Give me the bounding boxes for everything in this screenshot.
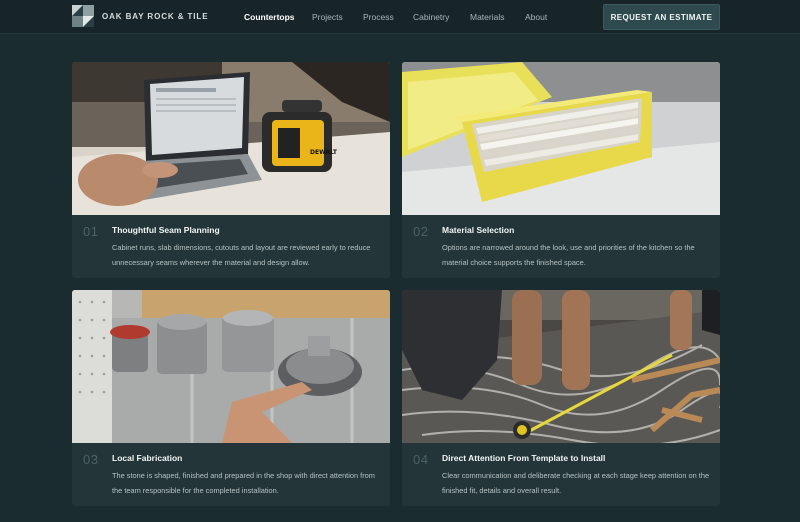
- step-number: 01: [83, 224, 99, 239]
- card-title: Material Selection: [442, 225, 515, 235]
- sample-box-photo: [402, 62, 720, 215]
- nav-materials[interactable]: Materials: [470, 12, 504, 22]
- brand-logo[interactable]: OAK BAY ROCK & TILE: [72, 5, 208, 27]
- router-bits-photo: [72, 290, 390, 443]
- card-title: Direct Attention From Template to Instal…: [442, 453, 606, 463]
- request-estimate-button[interactable]: REQUEST AN ESTIMATE: [603, 4, 720, 30]
- process-card-template-to-install: 04 Direct Attention From Template to Ins…: [402, 290, 720, 506]
- card-description: The stone is shaped, finished and prepar…: [112, 471, 375, 495]
- site-header: OAK BAY ROCK & TILE Countertops Projects…: [0, 0, 800, 34]
- logo-mark-icon: [72, 5, 94, 27]
- nav-countertops[interactable]: Countertops: [244, 12, 295, 22]
- brand-name: OAK BAY ROCK & TILE: [102, 11, 209, 21]
- step-number: 04: [413, 452, 429, 467]
- process-card-material-selection: 02 Material Selection Options are narrow…: [402, 62, 720, 278]
- laptop-and-tool-photo: DEWALT: [72, 62, 390, 215]
- card-description: Clear communication and deliberate check…: [442, 471, 710, 495]
- nav-about[interactable]: About: [525, 12, 547, 22]
- card-title: Thoughtful Seam Planning: [112, 225, 220, 235]
- tool-brand-label: DEWALT: [310, 149, 338, 156]
- nav-process[interactable]: Process: [363, 12, 394, 22]
- card-title: Local Fabrication: [112, 453, 183, 463]
- card-description: Cabinet runs, slab dimensions, cutouts a…: [112, 243, 371, 267]
- step-number: 03: [83, 452, 99, 467]
- process-card-local-fabrication: 03 Local Fabrication The stone is shaped…: [72, 290, 390, 506]
- process-card-seam-planning: DEWALT 01 Thoughtful Seam Planning Cabin…: [72, 62, 390, 278]
- measuring-slab-photo: [402, 290, 720, 443]
- nav-cabinetry[interactable]: Cabinetry: [413, 12, 449, 22]
- nav-projects[interactable]: Projects: [312, 12, 343, 22]
- card-description: Options are narrowed around the look, us…: [442, 243, 695, 267]
- step-number: 02: [413, 224, 429, 239]
